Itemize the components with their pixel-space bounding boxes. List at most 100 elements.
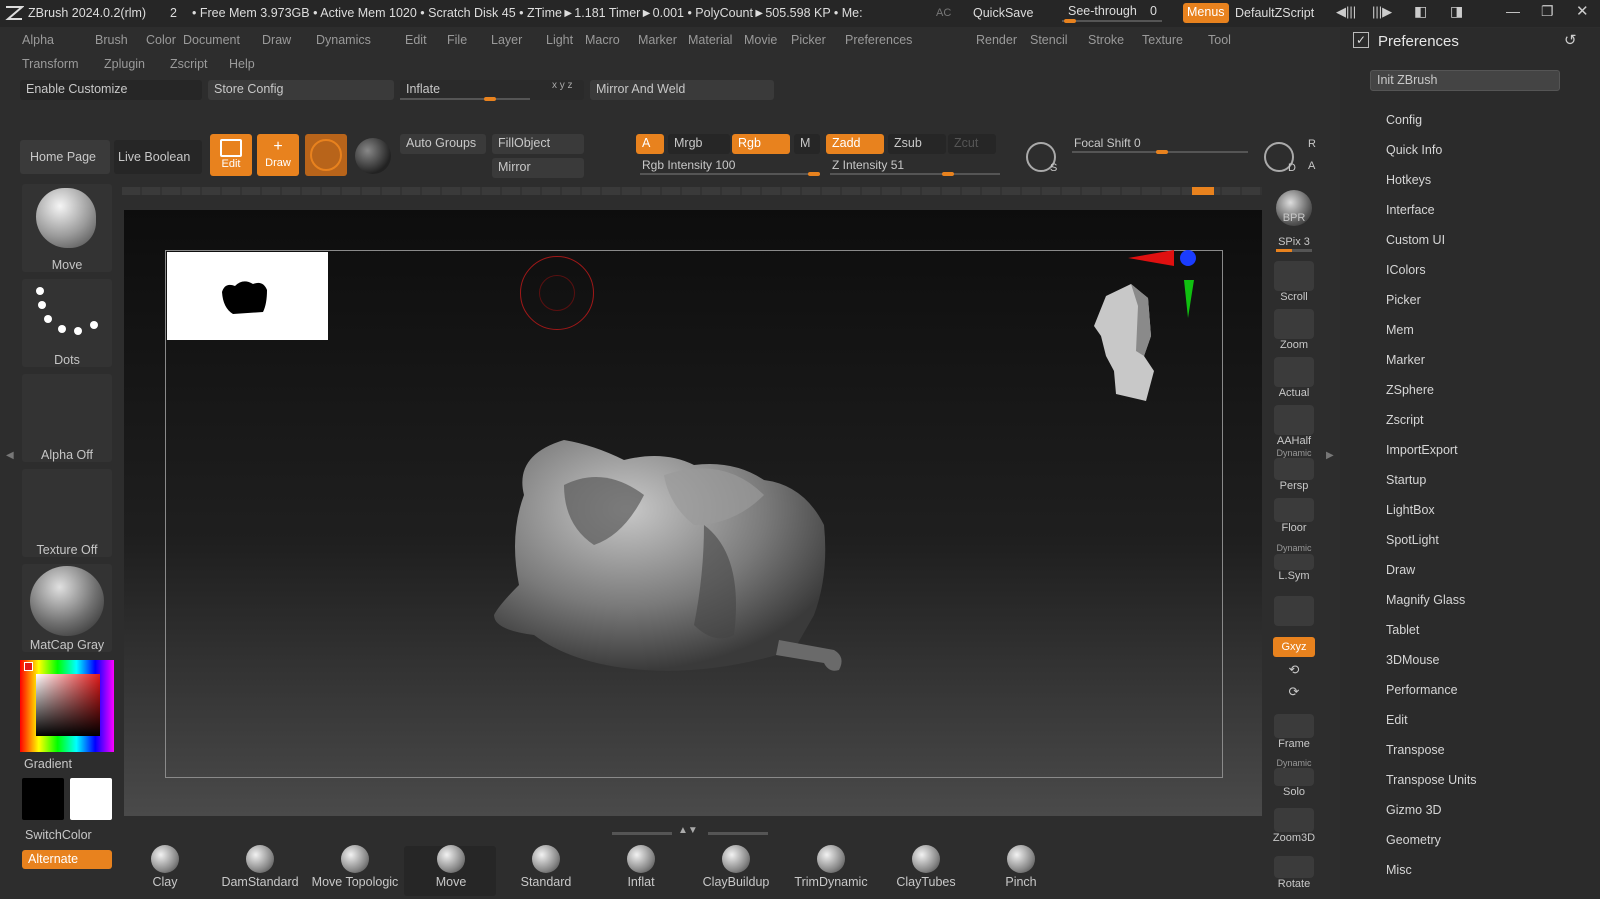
menu-document[interactable]: Document [183,33,240,47]
material-mode-button[interactable] [305,134,347,176]
brush-clay[interactable]: Clay [120,845,210,889]
reset-icon[interactable]: ↺ [1564,31,1577,49]
brush-standard[interactable]: Standard [501,845,591,889]
menu-marker[interactable]: Marker [638,33,677,47]
timeline-marker[interactable] [1192,187,1214,195]
pref-item-transpose-units[interactable]: Transpose Units [1386,773,1477,787]
menu-dynamics[interactable]: Dynamics [316,33,371,47]
brush-trimdynamic[interactable]: TrimDynamic [786,845,876,889]
bpr-button[interactable]: BPR [1272,190,1316,226]
pref-item-importexport[interactable]: ImportExport [1386,443,1458,457]
menu-brush[interactable]: Brush [95,33,128,47]
brush-tile[interactable]: Move [22,184,112,272]
pref-item-3dmouse[interactable]: 3DMouse [1386,653,1440,667]
pref-item-tablet[interactable]: Tablet [1386,623,1419,637]
menu-transform[interactable]: Transform [22,57,79,71]
brush-claybuildup[interactable]: ClayBuildup [691,845,781,889]
fill-object-button[interactable]: FillObject [492,134,584,154]
menu-material[interactable]: Material [688,33,732,47]
pref-item-edit[interactable]: Edit [1386,713,1408,727]
pref-item-config[interactable]: Config [1386,113,1422,127]
alternate-button[interactable]: Alternate [22,850,112,869]
xyz-rotate-button[interactable]: Gxyz [1272,637,1316,657]
actual-button[interactable]: Actual [1272,357,1316,399]
layout-icon-3[interactable]: ◧ [1414,3,1427,20]
pref-item-gizmo-3d[interactable]: Gizmo 3D [1386,803,1442,817]
home-page-button[interactable]: Home Page [20,140,110,174]
frame-button[interactable]: Frame [1272,714,1316,750]
inflate-track[interactable] [400,97,530,101]
brush-inflat[interactable]: Inflat [596,845,686,889]
edit-mode-button[interactable]: Edit [210,134,252,176]
rotate-y-icon[interactable]: ⟲ [1272,662,1316,678]
menu-light[interactable]: Light [546,33,573,47]
init-zbrush-button[interactable]: Init ZBrush [1370,70,1560,91]
main-color-swatch[interactable] [22,778,64,820]
pref-item-mem[interactable]: Mem [1386,323,1414,337]
pref-item-icolors[interactable]: IColors [1386,263,1426,277]
rotate-z-icon[interactable]: ⟳ [1272,684,1316,700]
solo-button[interactable]: Solo [1272,768,1316,798]
enable-customize-button[interactable]: Enable Customize [20,80,202,100]
brush-pinch[interactable]: Pinch [976,845,1066,889]
zadd-button[interactable]: Zadd [826,134,884,154]
store-config-button[interactable]: Store Config [208,80,394,100]
sculpted-flower-model[interactable] [494,435,864,685]
menu-tool[interactable]: Tool [1208,33,1231,47]
mirror-button[interactable]: Mirror [492,158,584,178]
rotate-button[interactable]: Rotate [1272,856,1316,890]
right-tray-handle[interactable]: ▶ [1326,450,1334,474]
pref-item-spotlight[interactable]: SpotLight [1386,533,1439,547]
m-button[interactable]: M [794,134,820,154]
pref-item-quick-info[interactable]: Quick Info [1386,143,1442,157]
left-tray-handle[interactable]: ◀ [6,450,14,474]
timeline-strip[interactable] [122,187,1262,195]
pref-item-magnify-glass[interactable]: Magnify Glass [1386,593,1465,607]
inflate-axis-marks[interactable]: x y z [552,80,573,91]
persp-button[interactable]: Persp [1272,458,1316,492]
live-boolean-button[interactable]: Live Boolean [114,140,202,174]
pref-item-transpose[interactable]: Transpose [1386,743,1445,757]
zcut-button[interactable]: Zcut [948,134,996,154]
auto-groups-button[interactable]: Auto Groups [400,134,486,154]
pin-checkbox-icon[interactable]: ✓ [1353,32,1369,48]
menu-stroke[interactable]: Stroke [1088,33,1124,47]
menu-movie[interactable]: Movie [744,33,777,47]
secondary-color-swatch[interactable] [70,778,112,820]
pref-item-hotkeys[interactable]: Hotkeys [1386,173,1431,187]
rgb-button[interactable]: Rgb [732,134,790,154]
menu-help[interactable]: Help [229,57,255,71]
z-intensity-slider[interactable] [830,172,1000,176]
stroke-tile[interactable]: Dots [22,279,112,367]
bottom-tray-handle[interactable]: ▲▼ [612,825,772,837]
menu-draw[interactable]: Draw [262,33,291,47]
pref-item-picker[interactable]: Picker [1386,293,1421,307]
menu-render[interactable]: Render [976,33,1017,47]
close-icon[interactable]: ✕ [1576,2,1589,20]
menu-zplugin[interactable]: Zplugin [104,57,145,71]
rgb-intensity-slider[interactable] [640,172,820,176]
zsub-button[interactable]: Zsub [888,134,946,154]
minimize-icon[interactable]: — [1506,3,1520,19]
brush-claytubes[interactable]: ClayTubes [881,845,971,889]
color-square[interactable] [36,674,100,736]
alpha-tile[interactable]: Alpha Off [22,374,112,462]
brush-damstandard[interactable]: DamStandard [215,845,305,889]
layout-icon-4[interactable]: ◨ [1450,3,1463,20]
menu-picker[interactable]: Picker [791,33,826,47]
aahalf-button[interactable]: AAHalf [1272,405,1316,447]
menu-stencil[interactable]: Stencil [1030,33,1068,47]
menu-edit[interactable]: Edit [405,33,427,47]
color-picker[interactable] [20,660,114,752]
menus-button[interactable]: Menus [1183,3,1229,23]
axis-gizmo-icon[interactable] [1124,244,1204,324]
texture-tile[interactable]: Texture Off [22,469,112,557]
floor-button[interactable]: Floor [1272,498,1316,534]
navigation-thumbnail[interactable] [167,252,328,340]
pref-item-zscript[interactable]: Zscript [1386,413,1424,427]
sculptris-sphere-icon[interactable] [355,138,391,174]
menu-file[interactable]: File [447,33,467,47]
brush-move-topologic[interactable]: Move Topologic [310,845,400,889]
pref-item-custom-ui[interactable]: Custom UI [1386,233,1445,247]
document-canvas[interactable] [124,210,1262,816]
